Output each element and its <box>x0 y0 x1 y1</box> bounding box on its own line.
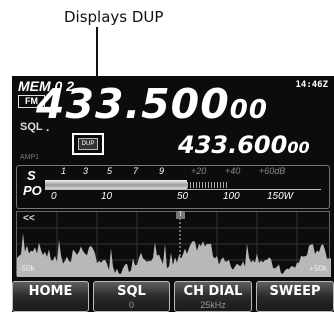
main-frequency-minor: 00 <box>229 95 268 125</box>
dup-badge: DUP <box>78 138 98 150</box>
po-tick: 100 <box>223 191 240 202</box>
softkey-label: SQL <box>117 284 146 299</box>
s-meter-scale: 1 3 5 7 9 +20 +40 +60dB <box>45 166 331 180</box>
main-frequency-major: 433.500 <box>36 80 230 128</box>
softkey-bar: HOME SQL 0 CH DIAL 25kHz SWEEP <box>12 281 334 312</box>
scope-span-right: +50k <box>309 264 327 273</box>
s-tick: 7 <box>133 166 139 176</box>
sub-frequency-major: 433.600 <box>178 131 288 159</box>
s-tick: +20 <box>191 166 207 176</box>
softkey-sub: 0 <box>128 300 134 310</box>
clock-time: 14:46Z <box>295 80 328 90</box>
s-meter-bar <box>45 180 187 189</box>
s-tick: 3 <box>83 166 89 176</box>
softkey-sub: 25kHz <box>200 300 226 310</box>
po-meter-label: PO <box>23 183 42 198</box>
s-tick: 1 <box>61 166 67 176</box>
s-tick: +60dB <box>259 166 286 176</box>
scope-span-left: -50k <box>19 264 35 273</box>
softkey-label: HOME <box>28 284 73 299</box>
main-frequency[interactable]: 433.50000 <box>36 80 268 128</box>
amp-indicator: AMP1 <box>20 154 40 161</box>
dup-highlight-box: DUP <box>72 133 104 155</box>
softkey-label: SWEEP <box>269 284 321 299</box>
sql-softkey[interactable]: SQL 0 <box>93 281 170 312</box>
po-tick: 150W <box>267 191 294 202</box>
ch-dial-softkey[interactable]: CH DIAL 25kHz <box>174 281 252 312</box>
sweep-softkey[interactable]: SWEEP <box>256 281 334 312</box>
s-tick: 5 <box>107 166 113 176</box>
sub-frequency[interactable]: 433.60000 <box>178 131 310 159</box>
po-tick: 0 <box>51 191 57 202</box>
meter-panel: S PO 1 3 5 7 9 +20 +40 +60dB 0 10 50 100… <box>16 165 330 209</box>
home-softkey[interactable]: HOME <box>12 281 89 312</box>
tx-marker: T <box>176 211 185 219</box>
spectrum-graph <box>17 212 331 277</box>
po-tick: 50 <box>177 191 189 202</box>
scope-back-icon[interactable]: << <box>23 213 35 224</box>
softkey-label: CH DIAL <box>183 284 243 299</box>
radio-display: MEM 0 2 14:46Z FM SQL . 433.50000 AMP1 D… <box>12 76 334 312</box>
spectrum-trace <box>17 233 331 277</box>
callout-label: Displays DUP <box>64 8 164 26</box>
po-tick: 10 <box>101 191 113 202</box>
spectrum-scope[interactable]: << T -50k +50k <box>16 211 331 277</box>
meter-baseline <box>45 189 321 190</box>
s-meter-label: S <box>27 168 36 183</box>
po-meter-scale: 0 10 50 100 150W <box>45 191 331 205</box>
sub-frequency-minor: 00 <box>287 138 310 157</box>
s-meter-ticks <box>187 182 227 188</box>
s-tick: +40 <box>225 166 241 176</box>
s-tick: 9 <box>159 166 165 176</box>
